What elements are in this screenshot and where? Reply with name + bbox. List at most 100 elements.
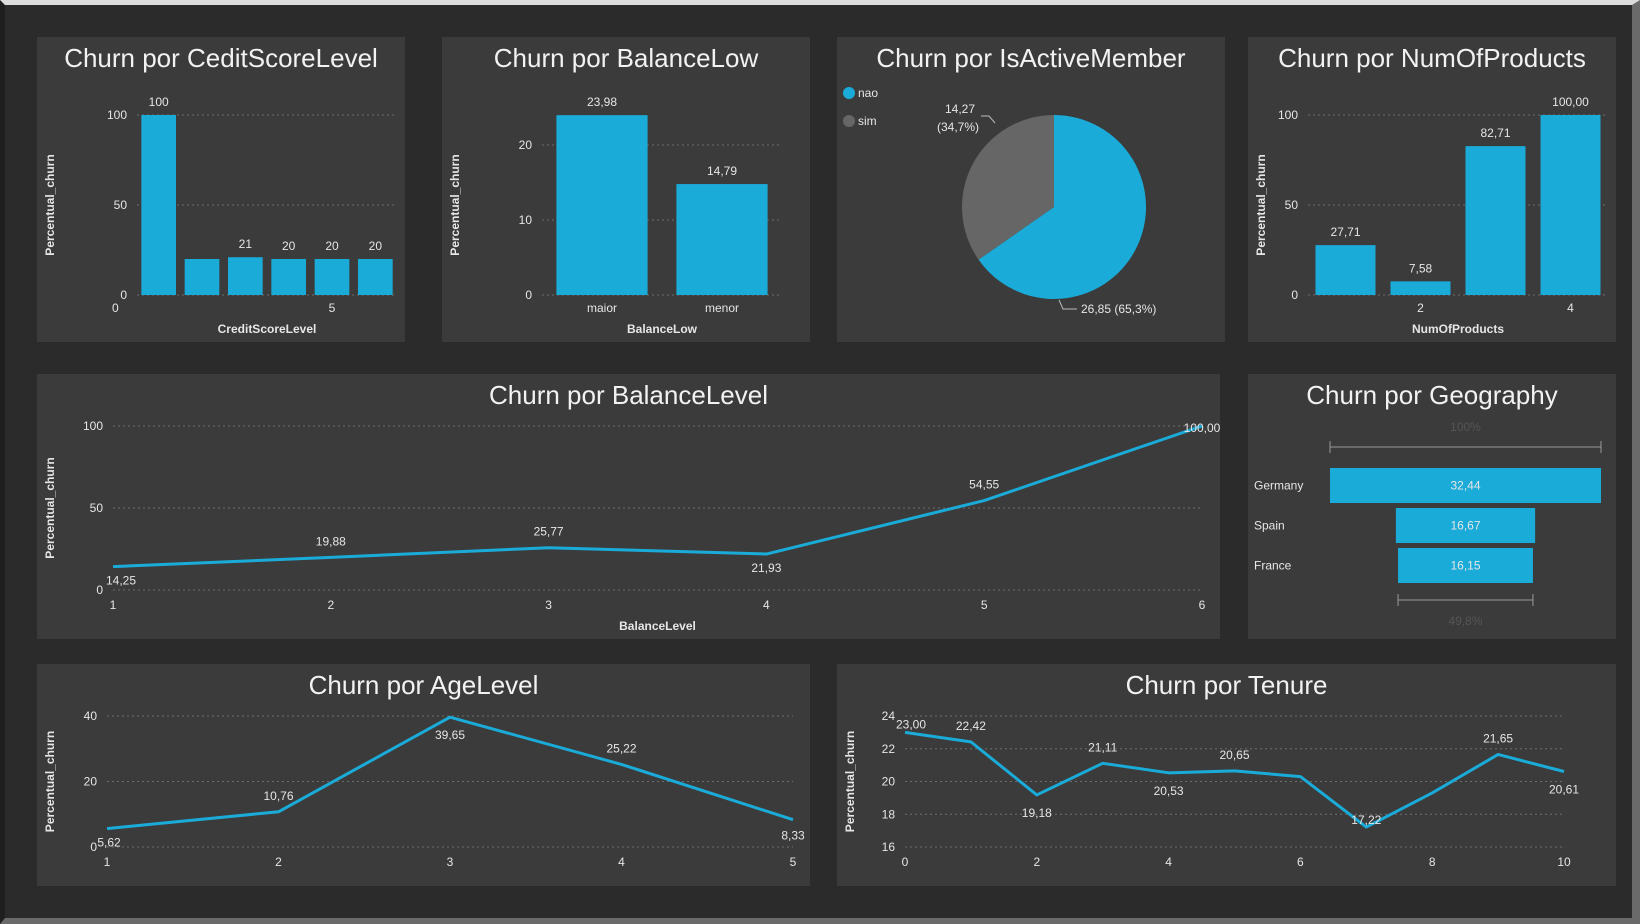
x-tick-label: 2 (327, 598, 334, 612)
y-tick-label: 0 (525, 288, 532, 302)
age-level-line-chart: 0 20 40 5,62 10,76 39,65 25,22 8,33 1 2 3 4 5 Percent… (43, 709, 805, 869)
x-tick-label: 6 (1297, 855, 1304, 869)
y-tick-label: 0 (1291, 288, 1298, 302)
x-tick-label: 2 (1417, 301, 1424, 315)
data-label: 25,22 (606, 741, 636, 755)
data-label: 20 (369, 239, 383, 253)
panel-tenure[interactable]: Churn por Tenure 16 18 20 22 24 23,00 22,42 19,… (837, 664, 1616, 886)
panel-balance-level[interactable]: Churn por BalanceLevel 0 50 100 14,25 19,88 2… (37, 374, 1220, 639)
y-axis-label: Percentual_churn (43, 731, 57, 832)
panel-credit-score[interactable]: Churn por CeditScoreLevel 0 50 100 100 21 20 2… (37, 37, 405, 342)
data-label: 82,71 (1480, 126, 1510, 140)
leader-line (1058, 299, 1077, 310)
x-axis-label: BalanceLow (627, 322, 698, 336)
y-tick-label: 20 (84, 775, 98, 789)
data-label: 21,93 (751, 561, 781, 575)
data-label: 20,53 (1154, 784, 1184, 798)
x-tick-label: 5 (329, 301, 336, 315)
x-axis-label: BalanceLevel (619, 619, 696, 633)
data-label: 54,55 (969, 478, 999, 492)
data-label: 14,79 (707, 164, 737, 178)
x-tick-label: 1 (110, 598, 117, 612)
legend-label: nao (858, 86, 878, 100)
bar (271, 259, 306, 295)
bar (676, 184, 768, 295)
x-tick-label: 2 (275, 855, 282, 869)
x-tick-label: 8 (1429, 855, 1436, 869)
data-label: 100,00 (1184, 421, 1220, 435)
data-label: 26,85 (65,3%) (1081, 302, 1156, 316)
data-label: 20,65 (1219, 748, 1249, 762)
x-tick-label: 5 (790, 855, 797, 869)
scale-label-top: 100% (1450, 420, 1481, 434)
data-label: 22,42 (956, 719, 986, 733)
data-label: 23,00 (896, 717, 926, 731)
panel-geography[interactable]: Churn por Geography 100% 32,44 Germany 16,6… (1248, 374, 1616, 639)
x-tick-label: 1 (104, 855, 111, 869)
data-label: 100 (149, 95, 169, 109)
x-tick-label: 4 (763, 598, 770, 612)
bar (1315, 245, 1376, 295)
y-tick-label: 100 (83, 419, 103, 433)
data-label: 21 (239, 237, 253, 251)
y-tick-label: 18 (882, 807, 896, 821)
data-label: 20,61 (1549, 783, 1579, 797)
data-label: 20 (282, 239, 296, 253)
y-tick-label: 100 (1278, 108, 1298, 122)
data-label: 21,65 (1483, 731, 1513, 745)
legend-marker (843, 115, 855, 127)
series-line (112, 424, 1203, 569)
y-tick-label: 50 (114, 198, 128, 212)
num-products-bar-chart: 0 50 100 27,71 7,58 82,71 100,00 2 4 NumOfProduct… (1254, 95, 1608, 336)
legend-label: sim (858, 114, 877, 128)
data-label: 23,98 (587, 95, 617, 109)
data-label: 5,62 (97, 836, 121, 850)
y-axis-label: Percentual_churn (448, 154, 462, 255)
bar (1465, 146, 1526, 295)
panel-age-level[interactable]: Churn por AgeLevel 0 20 40 5,62 10,76 39,65 25… (37, 664, 810, 886)
panel-active-member[interactable]: Churn por IsActiveMember nao sim 26,85 (65… (837, 37, 1225, 342)
y-axis-label: Percentual_churn (43, 457, 57, 558)
data-label: 21,11 (1088, 740, 1117, 754)
category-label: France (1254, 559, 1292, 573)
data-label: 100,00 (1552, 95, 1589, 109)
x-tick-label: 0 (112, 301, 119, 315)
y-tick-label: 20 (519, 138, 533, 152)
y-tick-label: 16 (882, 840, 896, 854)
bar (184, 259, 220, 295)
panel-num-products[interactable]: Churn por NumOfProducts 0 50 100 27,71 7,58 8… (1248, 37, 1616, 342)
x-axis-label: NumOfProducts (1412, 322, 1504, 336)
balance-low-bar-chart: 0 10 20 23,98 14,79 maior menor BalanceLow Perce… (448, 95, 782, 336)
series-line (904, 730, 1565, 829)
panel-balance-low[interactable]: Churn por BalanceLow 0 10 20 23,98 14,79 maio… (442, 37, 810, 342)
x-tick-label: 0 (902, 855, 909, 869)
y-axis-label: Percentual_churn (43, 154, 57, 255)
x-tick-label: 10 (1557, 855, 1571, 869)
bar (358, 259, 393, 295)
category-label: Spain (1254, 519, 1285, 533)
y-tick-label: 0 (90, 840, 97, 854)
y-tick-label: 0 (96, 583, 103, 597)
y-tick-label: 40 (84, 709, 98, 723)
active-member-pie-chart: nao sim 26,85 (65,3%) 14,27 (34,7%) (843, 86, 1156, 316)
data-label: (34,7%) (937, 120, 979, 134)
y-tick-label: 20 (882, 775, 896, 789)
data-label: 19,88 (316, 534, 346, 548)
data-label: 16,15 (1450, 559, 1480, 573)
data-label: 25,77 (534, 525, 564, 539)
leader-line (981, 115, 996, 124)
y-tick-label: 100 (107, 108, 127, 122)
scale-label-bottom: 49,8% (1448, 614, 1482, 628)
bar (141, 115, 176, 295)
data-label: 8,33 (781, 829, 805, 843)
bar (1540, 115, 1601, 295)
bar (314, 259, 350, 295)
y-tick-label: 10 (519, 213, 533, 227)
data-label: 14,25 (106, 574, 136, 588)
legend-marker (843, 87, 855, 99)
x-tick-label: 4 (1165, 855, 1172, 869)
x-tick-label: 2 (1033, 855, 1040, 869)
y-axis-label: Percentual_churn (1254, 154, 1268, 255)
data-label: 14,27 (945, 102, 975, 116)
x-tick-label: 6 (1199, 598, 1206, 612)
